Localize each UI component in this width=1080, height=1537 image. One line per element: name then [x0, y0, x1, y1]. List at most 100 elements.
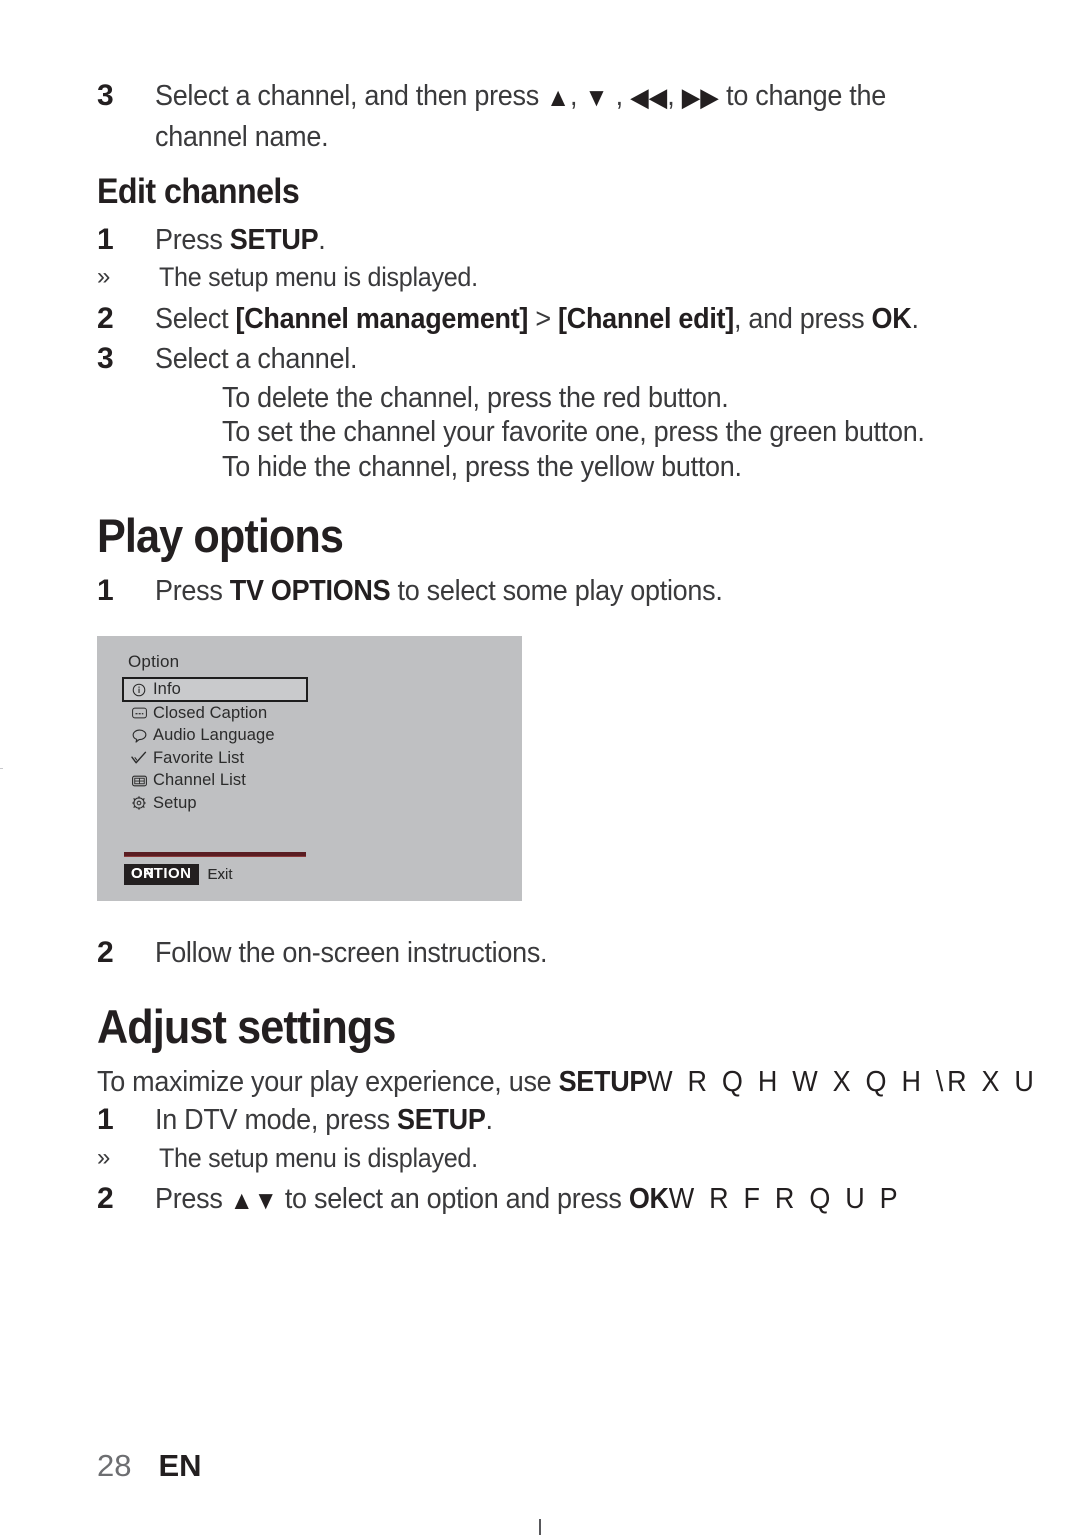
key-ok: OK	[628, 1183, 669, 1215]
step-select-a-channel: 3 Select a channel.	[97, 339, 1027, 379]
step-number: 3	[97, 79, 114, 112]
osd-item-favorite-list[interactable]: Favorite List	[122, 747, 308, 770]
osd-menu-list: Info Closed Caption Audio Language Favor…	[122, 677, 308, 815]
step-number: 2	[97, 302, 114, 335]
step-text: Press ▲▼ to select an option and press O…	[155, 1179, 901, 1220]
osd-item-label: Favorite List	[153, 748, 245, 767]
osd-action-exit[interactable]: Exit Ex	[207, 865, 233, 883]
step-select-channel-management: 2 Select [Channel management] > [Channel…	[97, 299, 1057, 339]
step-text-p4: .	[911, 303, 919, 335]
heading-play-options: Play options	[97, 509, 344, 562]
osd-key-option[interactable]: OPTION ON	[124, 864, 199, 885]
crop-mark-left	[0, 768, 3, 769]
osd-item-label: Setup	[153, 793, 197, 812]
adjust-settings-intro: To maximize your play experience, use SE…	[97, 1062, 1038, 1102]
step-number: 1	[97, 574, 114, 607]
step-text: Press SETUP.	[155, 220, 326, 260]
favorite-check-icon	[128, 751, 150, 765]
note-text: The setup menu is displayed.	[159, 1143, 478, 1173]
bullet-favorite-channel: To set the channel your favorite one, pr…	[222, 416, 925, 448]
osd-action-exit-overprint: Ex	[207, 865, 226, 883]
step-text-p2: >	[528, 303, 559, 335]
osd-item-closed-caption[interactable]: Closed Caption	[122, 702, 308, 725]
osd-title: Option	[128, 652, 180, 671]
step-text: Select a channel, and then press ▲, ▼ , …	[155, 76, 966, 157]
step-sep-1: ,	[570, 80, 585, 112]
step-number: 2	[97, 936, 114, 969]
osd-item-label: Info	[153, 680, 181, 698]
step-sep-2: ,	[608, 80, 631, 112]
key-setup: SETUP	[229, 224, 319, 256]
key-setup: SETUP	[397, 1104, 486, 1136]
osd-item-label: Closed Caption	[153, 703, 268, 722]
page-footer: 28 EN	[97, 1448, 202, 1484]
step-text-before: In DTV mode, press	[155, 1104, 398, 1136]
step-text-p1: Press	[155, 1183, 230, 1215]
step-text: Follow the on-screen instructions.	[155, 937, 548, 969]
intro-text: To maximize your play experience, use	[97, 1066, 559, 1098]
arrow-up-down-icon: ▲▼	[229, 1185, 278, 1215]
garbled-text: W R Q H W X Q H \R X U	[647, 1066, 1038, 1098]
audio-language-icon	[128, 729, 150, 743]
fast-forward-icon: ▶▶	[681, 82, 719, 112]
key-tv-options: TV OPTIONS	[229, 575, 391, 607]
step-text: Press TV OPTIONS to select some play opt…	[155, 571, 723, 611]
step-dtv-mode-press-setup: 1 In DTV mode, press SETUP.	[97, 1100, 1027, 1140]
step-number: 3	[97, 342, 114, 375]
guillemet-icon: »	[97, 1144, 111, 1171]
step-text-after: .	[485, 1104, 493, 1136]
tv-option-menu-screenshot: Option Info Closed Caption Audio Languag…	[97, 636, 522, 901]
manual-page: 3 Select a channel, and then press ▲, ▼ …	[0, 0, 1080, 1537]
step-text-before: Press	[155, 224, 230, 256]
setup-gear-icon	[128, 796, 150, 810]
step-text: In DTV mode, press SETUP.	[155, 1100, 493, 1140]
closed-caption-icon	[128, 707, 150, 719]
osd-item-setup[interactable]: Setup	[122, 792, 308, 815]
arrow-down-icon: ▼	[584, 82, 609, 112]
osd-item-info[interactable]: Info	[122, 677, 308, 702]
step-text-before: Press	[155, 575, 230, 607]
step-text-before: Select a channel, and then press	[155, 80, 547, 112]
arrow-up-icon: ▲	[546, 82, 571, 112]
step-text-p3: , and press	[733, 303, 872, 335]
osd-key-option-overprint: ON	[131, 865, 155, 882]
key-ok: OK	[871, 303, 912, 335]
step-press-setup: 1 Press SETUP.	[97, 220, 1027, 260]
step-text-p1: Select	[155, 303, 236, 335]
osd-item-audio-language[interactable]: Audio Language	[122, 725, 308, 748]
key-setup: SETUP	[558, 1066, 648, 1098]
step-press-tv-options: 1 Press TV OPTIONS to select some play o…	[97, 571, 1027, 611]
step-text-after: to select some play options.	[390, 575, 723, 607]
heading-edit-channels: Edit channels	[97, 172, 300, 211]
step-change-channel-name: 3 Select a channel, and then press ▲, ▼ …	[97, 76, 1027, 157]
step-select-option-press-ok: 2 Press ▲▼ to select an option and press…	[97, 1179, 1057, 1220]
step-number: 2	[97, 1182, 114, 1215]
info-icon	[128, 683, 150, 697]
step-text-p2: to select an option and press	[277, 1183, 629, 1215]
note-setup-menu-displayed: » The setup menu is displayed.	[97, 258, 1027, 296]
step-number: 1	[97, 223, 114, 256]
step-number: 1	[97, 1103, 114, 1136]
step-follow-onscreen-instructions: 2 Follow the on-screen instructions.	[97, 933, 1027, 973]
garbled-text: W R F R Q U P	[668, 1183, 902, 1215]
channel-list-icon	[128, 775, 150, 787]
step-text: Select [Channel management] > [Channel e…	[155, 299, 919, 339]
menu-channel-edit: [Channel edit]	[558, 303, 734, 335]
note-setup-menu-displayed: » The setup menu is displayed.	[97, 1139, 1027, 1177]
osd-footer-bar: OPTION ON Exit Ex	[124, 864, 233, 885]
guillemet-icon: »	[97, 263, 111, 290]
note-text: The setup menu is displayed.	[159, 262, 478, 292]
menu-channel-management: [Channel management]	[235, 303, 529, 335]
heading-adjust-settings: Adjust settings	[97, 1000, 396, 1053]
osd-item-label: Audio Language	[153, 726, 275, 745]
crop-mark-bottom	[539, 1519, 541, 1535]
step-text-after: .	[318, 224, 326, 256]
rewind-icon: ◀◀	[630, 82, 668, 112]
osd-item-label: Channel List	[153, 771, 246, 790]
bullet-hide-channel: To hide the channel, press the yellow bu…	[222, 451, 742, 483]
osd-divider	[124, 852, 306, 857]
page-number: 28	[97, 1448, 132, 1483]
page-language: EN	[158, 1448, 202, 1483]
step-text: Select a channel.	[155, 343, 358, 375]
osd-item-channel-list[interactable]: Channel List	[122, 770, 308, 793]
